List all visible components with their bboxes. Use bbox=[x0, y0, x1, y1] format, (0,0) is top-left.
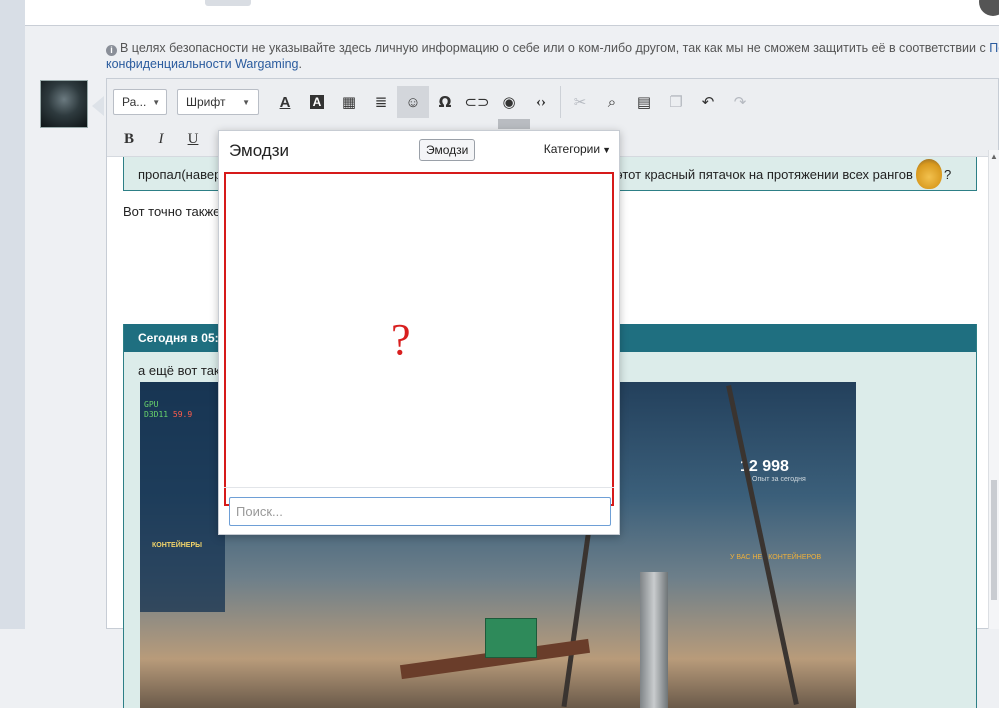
preview-icon[interactable]: ◉ bbox=[493, 86, 525, 118]
message-text: Вот точно также bbox=[123, 204, 221, 219]
ship-crates bbox=[485, 618, 537, 658]
chevron-down-icon: ▼ bbox=[152, 97, 161, 107]
emoji-popup-title: Эмодзи bbox=[229, 141, 290, 160]
popup-divider bbox=[224, 487, 614, 488]
privacy-notice: iВ целях безопасности не указывайте здес… bbox=[106, 40, 999, 72]
scroll-thumb[interactable] bbox=[991, 480, 997, 600]
background-color-icon[interactable]: A bbox=[301, 86, 333, 118]
toolbar-row-2: B I U bbox=[113, 123, 209, 155]
emoji-search-input[interactable] bbox=[229, 497, 611, 526]
align-icon[interactable]: ≣ bbox=[365, 86, 397, 118]
score-sub: Опыт за сегодня bbox=[752, 476, 806, 483]
find-icon[interactable]: ⌕ bbox=[596, 86, 628, 118]
text-color-icon[interactable]: A bbox=[269, 86, 301, 118]
fps-overlay: GPU D3D11 59.9 bbox=[144, 400, 193, 419]
code-icon[interactable]: ‹› bbox=[525, 86, 557, 118]
top-tab-stub bbox=[205, 0, 251, 6]
notice-end: . bbox=[298, 57, 302, 71]
missing-emoji-placeholder: ? bbox=[391, 315, 411, 364]
privacy-link[interactable]: Политикой bbox=[989, 41, 999, 55]
soldier-smiley-icon bbox=[916, 159, 942, 189]
link-icon[interactable]: ⊂⊃ bbox=[461, 86, 493, 118]
copy-icon[interactable]: ❐ bbox=[660, 86, 692, 118]
quote1-left-text: пропал(навер bbox=[138, 167, 222, 182]
info-icon: i bbox=[106, 45, 117, 56]
undo-icon[interactable]: ↶ bbox=[692, 86, 724, 118]
paragraph-select[interactable]: Ра... ▼ bbox=[113, 89, 167, 115]
chevron-down-icon: ▼ bbox=[602, 145, 611, 155]
font-select-label: Шрифт bbox=[186, 95, 226, 109]
toolbar-separator bbox=[560, 86, 561, 118]
ship-funnel bbox=[640, 572, 668, 708]
font-select[interactable]: Шрифт ▼ bbox=[177, 89, 259, 115]
emoji-tab-button[interactable]: Эмодзи bbox=[419, 139, 476, 161]
quote1-right-text: этот красный пятачок на протяжении всех … bbox=[616, 167, 913, 182]
avatar[interactable] bbox=[40, 80, 88, 128]
chevron-down-icon: ▼ bbox=[242, 97, 250, 107]
toolbar-chip bbox=[498, 119, 530, 129]
emoji-icon[interactable]: ☺ bbox=[397, 86, 429, 118]
scroll-up-icon[interactable]: ▲ bbox=[990, 152, 998, 161]
cut-icon[interactable]: ✂ bbox=[564, 86, 596, 118]
left-strip bbox=[0, 0, 25, 629]
italic-button[interactable]: I bbox=[145, 123, 177, 155]
top-bar bbox=[25, 0, 999, 26]
categories-dropdown[interactable]: Категории ▼ bbox=[544, 142, 611, 156]
no-containers-label: У ВАС НЕТ КОНТЕЙНЕРОВ bbox=[730, 554, 822, 561]
omega-icon[interactable]: Ω bbox=[429, 86, 461, 118]
paragraph-select-label: Ра... bbox=[122, 95, 147, 109]
user-avatar-circle[interactable] bbox=[979, 0, 999, 16]
ship-mast bbox=[726, 385, 799, 705]
emoji-popup: Эмодзи Эмодзи Категории ▼ ? bbox=[218, 130, 620, 535]
emoji-grid-area[interactable]: ? bbox=[224, 172, 614, 506]
bold-button[interactable]: B bbox=[113, 123, 145, 155]
quote-text: а ещё вот так bbox=[138, 363, 220, 378]
quote1-end: ? bbox=[944, 167, 952, 182]
page-scrollbar[interactable]: ▲ bbox=[988, 150, 999, 629]
avatar-pointer bbox=[92, 96, 104, 116]
underline-button[interactable]: U bbox=[177, 123, 209, 155]
privacy-link-2[interactable]: конфиденциальности Wargaming bbox=[106, 57, 299, 71]
containers-label: КОНТЕЙНЕРЫ bbox=[152, 542, 202, 549]
notice-text: В целях безопасности не указывайте здесь… bbox=[120, 41, 986, 55]
table-icon[interactable]: ▦ bbox=[333, 86, 365, 118]
paste-icon[interactable]: ▤ bbox=[628, 86, 660, 118]
redo-icon[interactable]: ↷ bbox=[724, 86, 756, 118]
toolbar-row-1: Ра... ▼ Шрифт ▼ A A ▦ ≣ ☺ Ω ⊂⊃ ◉ ‹› ✂ ⌕ ▤ … bbox=[113, 86, 756, 118]
